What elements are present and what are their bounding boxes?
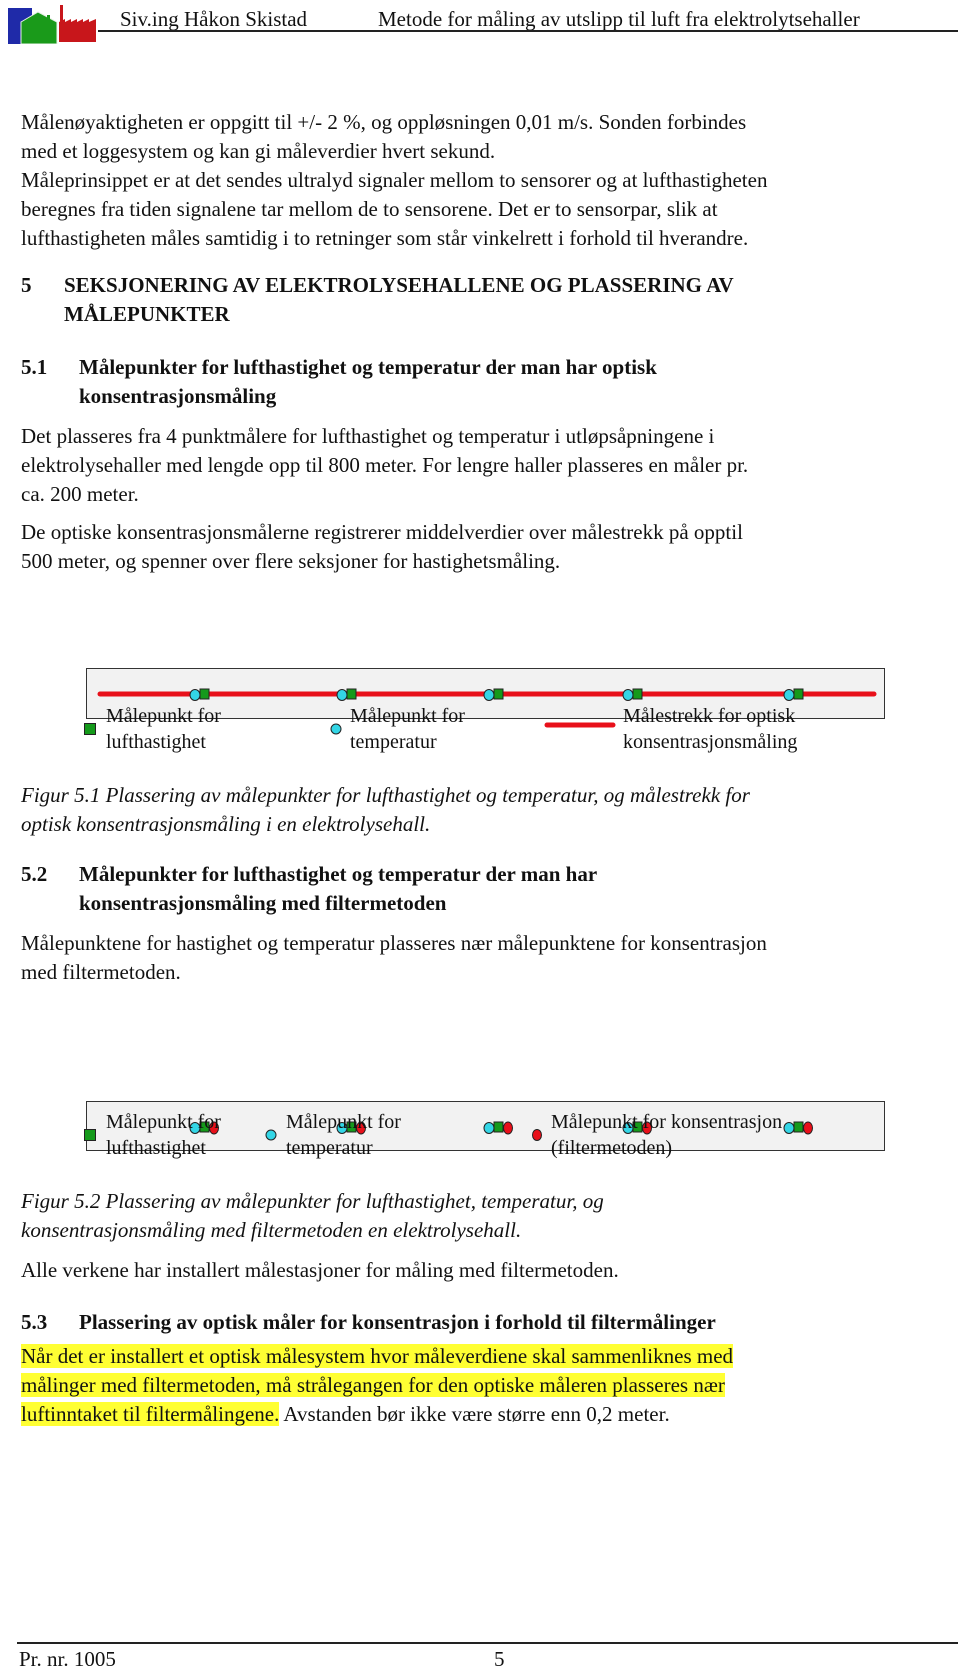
figure-5-2-caption: Figur 5.2 Plassering av målepunkter for … (21, 1187, 604, 1245)
text-line: luftinntaket til filtermålingene. Avstan… (21, 1400, 733, 1429)
footer-project-number: Pr. nr. 1005 (19, 1647, 116, 1671)
text-line: Det plasseres fra 4 punktmålere for luft… (21, 424, 715, 448)
concentration-point-icon (803, 1121, 813, 1135)
section-53-number: 5.3 (21, 1310, 48, 1334)
section-53-title: Plassering av optisk måler for konsentra… (79, 1310, 716, 1334)
text-line: målinger med filtermetoden, må strålegan… (21, 1371, 733, 1400)
legend-label: Målepunkt for (350, 705, 465, 727)
caption-line: konsentrasjonsmåling med filtermetoden e… (21, 1218, 522, 1242)
caption-line: optisk konsentrasjonsmåling i en elektro… (21, 812, 431, 836)
text-line: beregnes fra tiden signalene tar mellom … (21, 197, 718, 221)
temperature-point-icon (483, 689, 495, 701)
header-rule (98, 30, 958, 32)
temperature-point-icon (783, 1122, 795, 1134)
section-52-number: 5.2 (21, 862, 48, 886)
text-line: med filtermetoden. (21, 960, 181, 984)
intro-paragraph: Målenøyaktigheten er oppgitt til +/- 2 %… (21, 108, 767, 253)
cyan-circle-icon (265, 1129, 277, 1141)
velocity-point-icon (493, 1121, 504, 1133)
green-square-icon (84, 723, 96, 735)
text-line: Målenøyaktigheten er oppgitt til +/- 2 %… (21, 110, 747, 134)
legend-label: Målepunkt for (106, 1111, 221, 1133)
legend-label: temperatur (286, 1137, 373, 1159)
text-line: ca. 200 meter. (21, 482, 139, 506)
text-line: De optiske konsentrasjonsmålerne registr… (21, 520, 743, 544)
logo (7, 2, 99, 44)
section-51-para1: Det plasseres fra 4 punktmålere for luft… (21, 422, 748, 509)
section-5-number: 5 (21, 273, 32, 297)
text-line: Måleprinsippet er at det sendes ultralyd… (21, 168, 768, 192)
temperature-point-icon (189, 689, 201, 701)
highlighted-text: målinger med filtermetoden, må strålegan… (21, 1373, 725, 1397)
concentration-point-icon (503, 1121, 513, 1135)
velocity-point-icon (793, 1121, 804, 1133)
highlighted-text: luftinntaket til filtermålingene. (21, 1402, 280, 1426)
temperature-point-icon (783, 689, 795, 701)
factory-logo-icon (8, 5, 96, 44)
legend-label: Målepunkt for (286, 1111, 401, 1133)
section-51-para2: De optiske konsentrasjonsmålerne registr… (21, 518, 743, 576)
section-5-title-line1: SEKSJONERING AV ELEKTROLYSEHALLENE OG PL… (64, 273, 734, 297)
text-line: Når det er installert et optisk målesyst… (21, 1342, 734, 1371)
text-line: med et loggesystem og kan gi måleverdier… (21, 139, 496, 163)
legend-label: temperatur (350, 731, 437, 753)
caption-line: Figur 5.2 Plassering av målepunkter for … (21, 1189, 604, 1213)
section-51-title-line1: Målepunkter for lufthastighet og tempera… (79, 355, 657, 379)
section-52-title-line1: Målepunkter for lufthastighet og tempera… (79, 862, 598, 886)
temperature-point-icon (622, 689, 634, 701)
velocity-point-icon (793, 688, 804, 700)
legend-label: (filtermetoden) (551, 1137, 673, 1159)
section-53-para: Når det er installert et optisk målesyst… (21, 1342, 734, 1429)
section-5-title: SEKSJONERING AV ELEKTROLYSEHALLENE OG PL… (64, 271, 734, 329)
text-line: 500 meter, og spenner over flere seksjon… (21, 549, 561, 573)
section-5-title-line2: MÅLEPUNKTER (64, 302, 230, 326)
text-line: elektrolysehaller med lengde opp til 800… (21, 453, 749, 477)
legend-label: Målestrekk for optisk (623, 705, 796, 727)
velocity-point-icon (632, 688, 643, 700)
figure-5-2-note: Alle verkene har installert målestasjone… (21, 1258, 619, 1282)
section-52-title-line2: konsentrasjonsmåling med filtermetoden (79, 891, 447, 915)
legend-label: lufthastighet (106, 1137, 206, 1159)
velocity-point-icon (199, 688, 210, 700)
red-circle-icon (532, 1129, 542, 1141)
velocity-point-icon (346, 688, 357, 700)
section-52-para: Målepunktene for hastighet og temperatur… (21, 929, 767, 987)
red-line-icon (544, 722, 616, 728)
cyan-circle-icon (330, 723, 342, 735)
legend-label: Målepunkt for konsentrasjon (551, 1111, 783, 1133)
plain-text: Avstanden bør ikke være større enn 0,2 m… (279, 1402, 670, 1426)
highlighted-text: Når det er installert et optisk målesyst… (21, 1344, 734, 1368)
footer-page-number: 5 (494, 1647, 505, 1671)
footer-rule (17, 1642, 958, 1644)
text-line: Målepunktene for hastighet og temperatur… (21, 931, 767, 955)
section-51-title-line2: konsentrasjonsmåling (79, 384, 277, 408)
legend-label: konsentrasjonsmåling (623, 731, 798, 753)
green-square-icon (84, 1129, 96, 1141)
text-line: lufthastigheten måles samtidig i to retn… (21, 226, 749, 250)
section-52-title: Målepunkter for lufthastighet og tempera… (79, 860, 597, 918)
caption-line: Figur 5.1 Plassering av målepunkter for … (21, 783, 750, 807)
temperature-point-icon (483, 1122, 495, 1134)
section-51-title: Målepunkter for lufthastighet og tempera… (79, 353, 657, 411)
figure-5-1-caption: Figur 5.1 Plassering av målepunkter for … (21, 781, 750, 839)
section-51-number: 5.1 (21, 355, 48, 379)
velocity-point-icon (493, 688, 504, 700)
legend-label: Målepunkt for (106, 705, 221, 727)
temperature-point-icon (336, 689, 348, 701)
legend-label: lufthastighet (106, 731, 206, 753)
